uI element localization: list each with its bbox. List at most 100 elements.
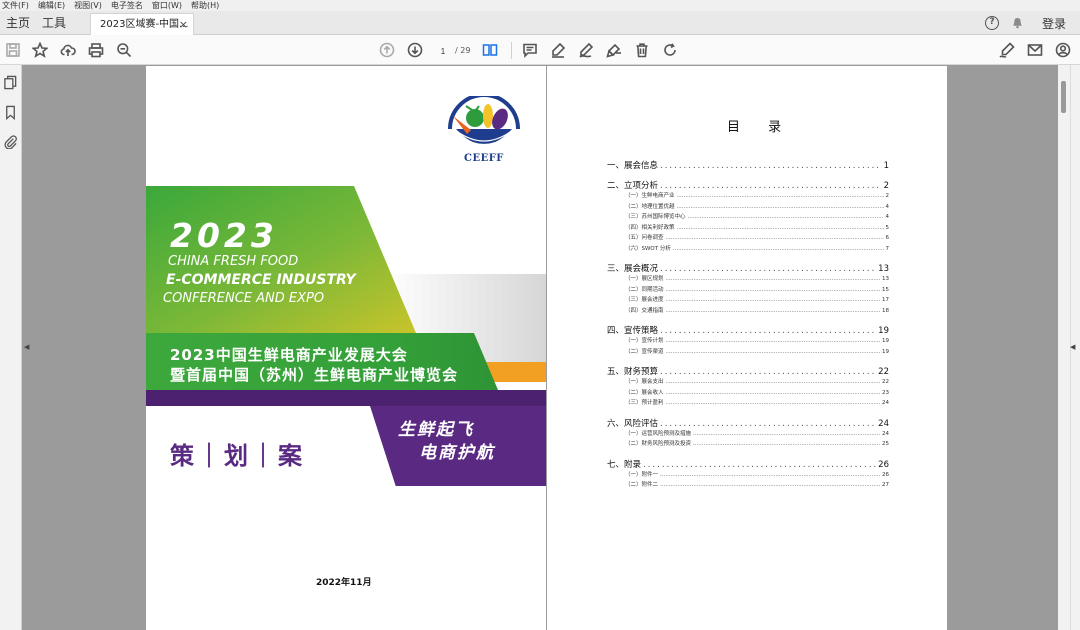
cover-slogan-line1: 生鲜起飞 (398, 420, 474, 440)
menu-help[interactable]: 帮助(H) (191, 0, 219, 11)
toc-leader (666, 379, 880, 385)
toc-entry[interactable]: （一）展会支出 22 (607, 377, 889, 388)
menu-edit[interactable]: 编辑(E) (38, 0, 65, 11)
login-button[interactable]: 登录 (1042, 11, 1066, 35)
sign-icon[interactable] (998, 41, 1016, 59)
page-up-icon[interactable] (378, 41, 396, 59)
toc-entry[interactable]: （一）附件一 26 (607, 470, 889, 481)
cover-chinese-title-line1: 2023中国生鲜电商产业发展大会 (170, 346, 408, 364)
toc-entry[interactable]: （二）附件二 27 (607, 480, 889, 491)
pages-icon[interactable] (3, 75, 19, 91)
toc-leader (688, 214, 884, 220)
edit-icon[interactable] (605, 41, 623, 59)
tab-tools[interactable]: 工具 (42, 11, 66, 35)
toc-entry[interactable]: 四、宣传策略 19 (607, 324, 889, 336)
tab-document[interactable]: 2023区域赛-中国... × (90, 13, 194, 35)
toc-list: 一、展会信息1 二、立项分析2（一）生鲜电商产业2（二）地理位置优越4（三）苏州国… (607, 151, 889, 491)
menu-window[interactable]: 窗口(W) (152, 0, 182, 11)
toc-leader (666, 308, 880, 314)
notification-button[interactable] (1012, 11, 1023, 35)
menu-view[interactable]: 视图(V) (74, 0, 102, 11)
collapse-left-icon[interactable]: ◀ (24, 343, 29, 351)
toc-entry[interactable]: （二）展会收入 23 (607, 388, 889, 399)
toc-entry-title: （二）地理位置优越 (625, 203, 675, 210)
toc-leader (660, 264, 876, 274)
toc-leader (666, 297, 880, 303)
toc-leader (660, 419, 876, 429)
upload-icon[interactable] (59, 41, 77, 59)
mail-icon[interactable] (1026, 41, 1044, 59)
toc-entry[interactable]: （一）生鲜电商产业 2 (607, 191, 889, 202)
toc-leader (666, 400, 880, 406)
page-down-icon[interactable] (406, 41, 424, 59)
toc-entry-page: 23 (882, 389, 889, 396)
toc-entry-title: （一）运营风险预测及措施 (625, 430, 692, 437)
toc-leader (666, 349, 880, 355)
toc-entry[interactable]: （一）展区规划 13 (607, 274, 889, 285)
toc-entry[interactable]: 六、风险评估 24 (607, 417, 889, 429)
delete-icon[interactable] (633, 41, 651, 59)
toc-entry[interactable]: 二、立项分析 2 (607, 179, 889, 191)
toc-entry-page: 6 (885, 235, 890, 241)
toc-entry[interactable]: （三）展会进度 17 (607, 295, 889, 306)
toc-entry[interactable]: （三）苏州国际博览中心 4 (607, 212, 889, 223)
toc-entry-title: 七、附录 (607, 459, 642, 470)
toc-entry[interactable]: （五）问卷调查 6 (607, 233, 889, 244)
toc-leader (693, 431, 880, 437)
menu-bar: 文件(F) 编辑(E) 视图(V) 电子签名 窗口(W) 帮助(H) (0, 0, 1080, 11)
toc-entry-page: 1 (883, 161, 889, 171)
save-icon[interactable] (4, 41, 22, 59)
toc-entry-page: 25 (882, 441, 889, 447)
toc-entry-title: 四、宣传策略 (607, 326, 659, 336)
toc-entry[interactable]: 五、财务预算 22 (607, 365, 889, 377)
vertical-scrollbar[interactable] (1058, 65, 1070, 630)
toc-entry[interactable]: （二）财务风险预测及投资 25 (607, 439, 889, 450)
toc-entry-title: （六）SWOT 分析 (625, 245, 671, 252)
menu-file[interactable]: 文件(F) (2, 0, 29, 11)
toc-entry-title: （二）财务风险预测及投资 (625, 441, 692, 447)
toc-entry[interactable]: （二）地理位置优越 4 (607, 202, 889, 213)
account-icon[interactable] (1054, 41, 1072, 59)
toc-entry[interactable]: （二）宣传渠道 19 (607, 347, 889, 358)
toc-entry-title: （四）相关利好政策 (625, 224, 675, 231)
draw-icon[interactable] (577, 41, 595, 59)
toc-leader (660, 472, 880, 478)
toc-entry[interactable]: 七、附录 26 (607, 458, 889, 470)
toc-entry-page: 17 (882, 297, 889, 303)
zoom-out-icon[interactable] (115, 41, 133, 59)
toc-leader (660, 326, 876, 336)
highlight-icon[interactable] (549, 41, 567, 59)
rotate-icon[interactable] (661, 41, 679, 59)
toc-entry[interactable]: （一）宣传计划 19 (607, 336, 889, 347)
attachment-icon[interactable] (3, 134, 19, 150)
toc-leader (677, 204, 884, 210)
toc-entry[interactable]: 三、展会概况 13 (607, 262, 889, 274)
bookmark-icon[interactable] (3, 105, 19, 121)
main-toolbar: / 29 (0, 35, 1080, 65)
toc-entry[interactable]: （三）预计盈利 24 (607, 398, 889, 409)
toc-title: 目 录 (727, 120, 794, 135)
toc-entry-title: （二）同期活动 (625, 286, 664, 293)
print-icon[interactable] (87, 41, 105, 59)
comment-icon[interactable] (521, 41, 539, 59)
tab-home[interactable]: 主页 (6, 11, 30, 35)
collapse-right-icon[interactable]: ◀ (1070, 343, 1075, 351)
toc-entry[interactable]: （一）运营风险预测及措施 24 (607, 429, 889, 440)
toc-entry[interactable]: （六）SWOT 分析 7 (607, 244, 889, 255)
toc-entry[interactable]: （四）相关利好政策 5 (607, 223, 889, 234)
page-number-input[interactable] (432, 43, 454, 59)
star-icon[interactable] (31, 41, 49, 59)
close-icon[interactable]: × (179, 14, 188, 35)
toc-entry-page: 24 (878, 418, 889, 429)
toc-leader (677, 193, 884, 199)
toc-leader (666, 338, 880, 344)
toc-entry-page: 22 (878, 367, 889, 377)
toc-entry[interactable]: （四）交通指南 18 (607, 306, 889, 317)
scrollbar-thumb[interactable] (1061, 81, 1066, 113)
toc-entry[interactable]: （二）同期活动 15 (607, 285, 889, 296)
toc-entry[interactable]: 一、展会信息 1 (607, 159, 889, 171)
menu-esign[interactable]: 电子签名 (111, 0, 143, 11)
help-button[interactable]: ? (985, 11, 999, 35)
toc-entry-page: 13 (882, 276, 889, 282)
page-layout-icon[interactable] (481, 41, 499, 59)
